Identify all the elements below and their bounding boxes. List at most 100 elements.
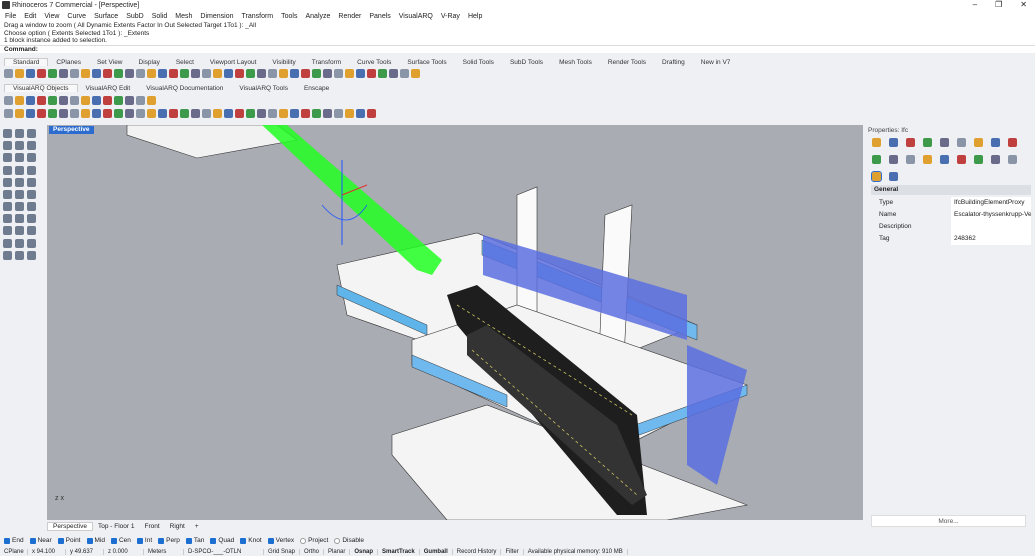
toolbar-button-icon[interactable] xyxy=(389,68,398,78)
tool-icon[interactable] xyxy=(15,214,24,224)
menu-help[interactable]: Help xyxy=(468,13,482,20)
cylinder-icon[interactable] xyxy=(889,172,898,181)
description-field[interactable] xyxy=(951,221,1031,233)
tab-transform[interactable]: Transform xyxy=(304,59,349,66)
toolbar-button-icon[interactable] xyxy=(411,68,420,78)
menu-curve[interactable]: Curve xyxy=(67,13,86,20)
smarttrack-toggle[interactable]: SmartTrack xyxy=(378,549,420,555)
checkbox[interactable] xyxy=(300,537,307,544)
perspective-viewport[interactable]: z x Perspective xyxy=(47,125,863,520)
toolbar-button-icon[interactable] xyxy=(191,108,200,118)
menu-v-ray[interactable]: V-Ray xyxy=(441,13,460,20)
toolbar-button-icon[interactable] xyxy=(4,68,13,78)
info-icon[interactable] xyxy=(906,155,915,164)
toolbar-button-icon[interactable] xyxy=(26,68,35,78)
toolbar-button-icon[interactable] xyxy=(136,108,145,118)
toolbar-button-icon[interactable] xyxy=(268,108,277,118)
toolbar-button-icon[interactable] xyxy=(301,68,310,78)
tool-icon[interactable] xyxy=(27,202,36,212)
tag-field[interactable]: 248362 xyxy=(951,233,1031,245)
tool-icon[interactable] xyxy=(3,165,12,175)
circle-icon[interactable] xyxy=(889,155,898,164)
toolbar-button-icon[interactable] xyxy=(81,68,90,78)
toolbar-button-icon[interactable] xyxy=(345,108,354,118)
toolbar-button-icon[interactable] xyxy=(290,68,299,78)
toolbar-button-icon[interactable] xyxy=(290,108,299,118)
osnap-disable[interactable]: Disable xyxy=(334,537,364,544)
toolbar-button-icon[interactable] xyxy=(59,95,68,105)
tab-select[interactable]: Select xyxy=(168,59,202,66)
checkbox[interactable] xyxy=(267,537,274,544)
viewport-tab-top-floor-1[interactable]: Top - Floor 1 xyxy=(93,523,140,530)
viewport-tab-right[interactable]: Right xyxy=(165,523,190,530)
toolbar-button-icon[interactable] xyxy=(70,108,79,118)
tab-visualarq-tools[interactable]: VisualARQ Tools xyxy=(231,85,296,92)
ortho-toggle[interactable]: Ortho xyxy=(300,549,325,555)
menu-mesh[interactable]: Mesh xyxy=(175,13,192,20)
maximize-button[interactable]: ❐ xyxy=(995,0,1002,9)
toolbar-button-icon[interactable] xyxy=(147,68,156,78)
tab-enscape[interactable]: Enscape xyxy=(296,85,337,92)
toolbar-button-icon[interactable] xyxy=(92,95,101,105)
osnap-mid[interactable]: Mid xyxy=(86,537,105,544)
toolbar-button-icon[interactable] xyxy=(15,108,24,118)
toolbar-button-icon[interactable] xyxy=(70,68,79,78)
toolbar-button-icon[interactable] xyxy=(37,95,46,105)
tool-icon[interactable] xyxy=(15,177,24,187)
toolbar-button-icon[interactable] xyxy=(26,95,35,105)
toolbar-button-icon[interactable] xyxy=(191,68,200,78)
menu-panels[interactable]: Panels xyxy=(369,13,390,20)
tool-icon[interactable] xyxy=(3,189,12,199)
sphere-icon[interactable] xyxy=(974,155,983,164)
osnap-knot[interactable]: Knot xyxy=(240,537,262,544)
tab-new-in-v7[interactable]: New in V7 xyxy=(693,59,739,66)
toolbar-button-icon[interactable] xyxy=(180,68,189,78)
osnap-quad[interactable]: Quad xyxy=(210,537,234,544)
toolbar-button-icon[interactable] xyxy=(103,68,112,78)
toolbar-button-icon[interactable] xyxy=(356,68,365,78)
tab-render-tools[interactable]: Render Tools xyxy=(600,59,654,66)
toolbar-button-icon[interactable] xyxy=(81,108,90,118)
toolbar-button-icon[interactable] xyxy=(257,68,266,78)
tab-standard[interactable]: Standard xyxy=(4,58,49,66)
tab-visibility[interactable]: Visibility xyxy=(264,59,303,66)
gumball-toggle[interactable]: Gumball xyxy=(420,549,453,555)
tool-icon[interactable] xyxy=(3,141,12,151)
filter-toggle[interactable]: Filter xyxy=(501,549,524,555)
viewport-label[interactable]: Perspective xyxy=(49,126,94,134)
osnap-end[interactable]: End xyxy=(4,537,24,544)
more-button[interactable]: More... xyxy=(871,515,1026,527)
toolbar-button-icon[interactable] xyxy=(15,95,24,105)
orange-icon[interactable] xyxy=(1008,155,1017,164)
osnap-project[interactable]: Project xyxy=(300,537,328,544)
record-history-toggle[interactable]: Record History xyxy=(453,549,502,555)
osnap-vertex[interactable]: Vertex xyxy=(267,537,294,544)
current-layer[interactable]: D-SPCO-___-OTLN xyxy=(184,549,264,555)
tool-icon[interactable] xyxy=(27,189,36,199)
tool-icon[interactable] xyxy=(27,177,36,187)
checkbox[interactable] xyxy=(158,537,165,544)
toolbar-button-icon[interactable] xyxy=(125,95,134,105)
toolbar-button-icon[interactable] xyxy=(114,68,123,78)
tool-icon[interactable] xyxy=(27,165,36,175)
checkbox[interactable] xyxy=(57,537,64,544)
toolbar-button-icon[interactable] xyxy=(400,68,409,78)
toolbar-button-icon[interactable] xyxy=(158,68,167,78)
color-icon[interactable] xyxy=(872,155,881,164)
toolbar-button-icon[interactable] xyxy=(70,95,79,105)
sun-icon[interactable] xyxy=(991,138,1000,147)
layer-icon[interactable] xyxy=(889,138,898,147)
pipe-icon[interactable] xyxy=(923,155,932,164)
toolbar-button-icon[interactable] xyxy=(268,68,277,78)
menu-surface[interactable]: Surface xyxy=(94,13,118,20)
tool-icon[interactable] xyxy=(15,238,24,248)
checkbox[interactable] xyxy=(334,537,341,544)
tool-icon[interactable] xyxy=(27,250,36,260)
toolbar-button-icon[interactable] xyxy=(301,108,310,118)
tab-visualarq-documentation[interactable]: VisualARQ Documentation xyxy=(138,85,231,92)
toolbar-button-icon[interactable] xyxy=(367,68,376,78)
tool-icon[interactable] xyxy=(27,214,36,224)
tool-icon[interactable] xyxy=(15,226,24,236)
menu-render[interactable]: Render xyxy=(338,13,361,20)
toolbar-button-icon[interactable] xyxy=(26,108,35,118)
